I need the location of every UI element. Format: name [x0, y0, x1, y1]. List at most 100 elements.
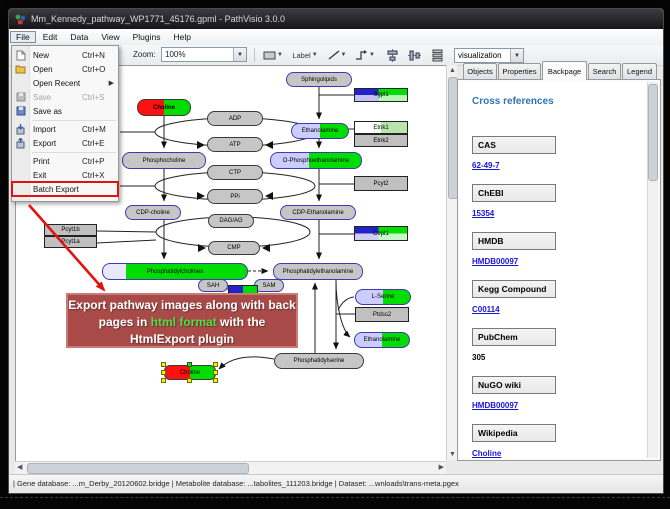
rotate-handle[interactable] [187, 362, 192, 367]
datanode-button[interactable]: ▼ [261, 47, 285, 63]
visualization-value: visualization [455, 51, 510, 60]
gene-etnk2[interactable]: Etnk2 [354, 134, 408, 147]
node-sphingolipids[interactable]: Sphingolipids [286, 72, 352, 87]
gene-sgpl1[interactable]: Sgpl1 [354, 88, 408, 102]
node-sah[interactable]: SAH [198, 279, 228, 292]
xref-name: CAS [472, 136, 556, 154]
canvas-horizontal-scrollbar[interactable]: ◀ ▶ [15, 461, 446, 474]
selection-handle[interactable] [161, 370, 166, 375]
xref-link[interactable]: 15354 [472, 209, 650, 218]
xref-name: Kegg Compound [472, 280, 556, 298]
file-menu: New Ctrl+N Open Ctrl+O Open Recent ▶ Sav… [11, 45, 119, 202]
selection-handle[interactable] [187, 378, 192, 383]
line-tool-button[interactable]: ▼ [325, 47, 349, 63]
menu-plugins[interactable]: Plugins [127, 31, 167, 43]
align-center-button[interactable] [383, 47, 401, 63]
node-o-phosphoethanolamine[interactable]: O-Phosphoethanolamine [270, 152, 362, 169]
xref-link[interactable]: HMDB00097 [472, 257, 650, 266]
title-bar: Mm_Kennedy_pathway_WP1771_45176.gpml - P… [9, 9, 663, 29]
node-cdp-choline[interactable]: CDP-choline [125, 205, 181, 220]
tab-legend[interactable]: Legend [622, 63, 657, 79]
node-ptdss2[interactable]: Ptdss2 [355, 307, 409, 322]
submenu-arrow-icon: ▶ [109, 79, 114, 87]
node-ethanolamine-bottom[interactable]: Ethanolamine [354, 332, 410, 348]
node-phosphatidylethanolamine[interactable]: Phosphatidylethanolamine [273, 263, 363, 280]
selection-handle[interactable] [213, 370, 218, 375]
datanode-icon [263, 50, 276, 61]
chevron-down-icon[interactable]: ▼ [510, 49, 523, 62]
node-atp[interactable]: ATP [207, 137, 263, 152]
node-ethanolamine-top[interactable]: Ethanolamine [291, 123, 349, 139]
horizontal-scroll-thumb[interactable] [27, 463, 249, 474]
file-menu-item-import[interactable]: Import Ctrl+M [12, 122, 118, 136]
tab-objects[interactable]: Objects [463, 63, 497, 79]
menu-data[interactable]: Data [64, 31, 94, 43]
file-menu-item-print[interactable]: Print Ctrl+P [12, 154, 118, 168]
node-ctp[interactable]: CTP [207, 165, 263, 180]
node-phosphatidylserine[interactable]: Phosphatidylserine [274, 353, 364, 369]
node-adp[interactable]: ADP [207, 111, 263, 126]
file-menu-item-open[interactable]: Open Ctrl+O [12, 62, 118, 76]
selection-handle[interactable] [161, 378, 166, 383]
connector-tool-button[interactable]: ▼ [353, 47, 377, 63]
gene-etnk1[interactable]: Etnk1 [354, 121, 408, 134]
status-bar: | Gene database: ...m_Derby_20120602.bri… [9, 474, 663, 491]
menu-file[interactable]: File [10, 31, 36, 43]
xref-link[interactable]: 62-49-7 [472, 161, 650, 170]
canvas-vertical-scrollbar[interactable]: ▲ ▼ [446, 65, 457, 460]
menu-edit[interactable]: Edit [37, 31, 64, 43]
tab-properties[interactable]: Properties [498, 63, 541, 79]
xref-link[interactable]: Choline [472, 449, 650, 458]
open-folder-icon [12, 64, 29, 74]
file-menu-item-export[interactable]: Export Ctrl+E [12, 136, 118, 150]
node-ppi[interactable]: PPi [207, 189, 263, 204]
node-sam[interactable]: SAM [254, 279, 284, 292]
xref-section-chebi: ChEBI 15354 [472, 183, 650, 218]
node-choline-top[interactable]: Choline [137, 99, 191, 116]
node-phosphocholine[interactable]: Phosphocholine [122, 152, 206, 169]
node-dag[interactable]: DAG/AG [208, 214, 254, 228]
panel-scrollbar[interactable] [647, 82, 658, 458]
gene-cept1[interactable]: Cept1 [354, 226, 408, 241]
stack-vertical-button[interactable] [428, 47, 446, 63]
file-menu-item-open-recent[interactable]: Open Recent ▶ [12, 76, 118, 90]
cross-references-heading: Cross references [472, 96, 650, 107]
app-window: Mm_Kennedy_pathway_WP1771_45176.gpml - P… [8, 8, 664, 494]
menu-view[interactable]: View [95, 31, 125, 43]
xref-link[interactable]: C00114 [472, 305, 650, 314]
node-phosphatidylcholines[interactable]: Phosphatidylcholines [102, 263, 248, 280]
node-cmp[interactable]: CMP [208, 241, 260, 255]
xref-section-wikipedia: Wikipedia Choline [472, 423, 650, 458]
screenshot-artifact-line [0, 497, 670, 498]
xref-section-hmdb: HMDB HMDB00097 [472, 231, 650, 266]
menu-help[interactable]: Help [168, 31, 197, 43]
node-l-serine[interactable]: L-Serine [355, 289, 411, 305]
panel-scroll-thumb[interactable] [648, 84, 658, 181]
file-menu-item-exit[interactable]: Exit Ctrl+X [12, 168, 118, 182]
node-cdp-ethanolamine[interactable]: CDP-Ethanolamine [280, 205, 356, 220]
stack-vertical-icon [431, 49, 444, 62]
selection-handle[interactable] [213, 362, 218, 367]
xref-link[interactable]: HMDB00097 [472, 401, 650, 410]
file-menu-item-batch-export[interactable]: Batch Export [12, 182, 118, 196]
selection-handle[interactable] [161, 362, 166, 367]
label-tool-button[interactable]: Label ▼ [289, 47, 321, 63]
visualization-combo[interactable]: visualization ▼ [454, 48, 524, 63]
xref-section-pubchem: PubChem 305 [472, 327, 650, 362]
gene-pcyt2[interactable]: Pcyt2 [354, 176, 408, 191]
label-tool-text: Label [292, 51, 310, 60]
zoom-combo[interactable]: 100% ▼ [161, 47, 247, 62]
tab-search[interactable]: Search [588, 63, 621, 79]
xref-name: HMDB [472, 232, 556, 250]
tab-backpage[interactable]: Backpage [542, 61, 587, 80]
file-menu-item-save[interactable]: Save Ctrl+S [12, 90, 118, 104]
file-menu-item-new[interactable]: New Ctrl+N [12, 48, 118, 62]
file-menu-item-save-as[interactable]: Save as [12, 104, 118, 118]
align-middle-icon [408, 49, 421, 62]
selection-handle[interactable] [213, 378, 218, 383]
align-middle-button[interactable] [405, 47, 423, 63]
gene-pcyt1b[interactable]: Pcyt1b [44, 224, 97, 236]
xref-section-cas: CAS 62-49-7 [472, 135, 650, 170]
gene-pcyt1a[interactable]: Pcyt1a [44, 236, 97, 248]
chevron-down-icon[interactable]: ▼ [233, 48, 246, 61]
